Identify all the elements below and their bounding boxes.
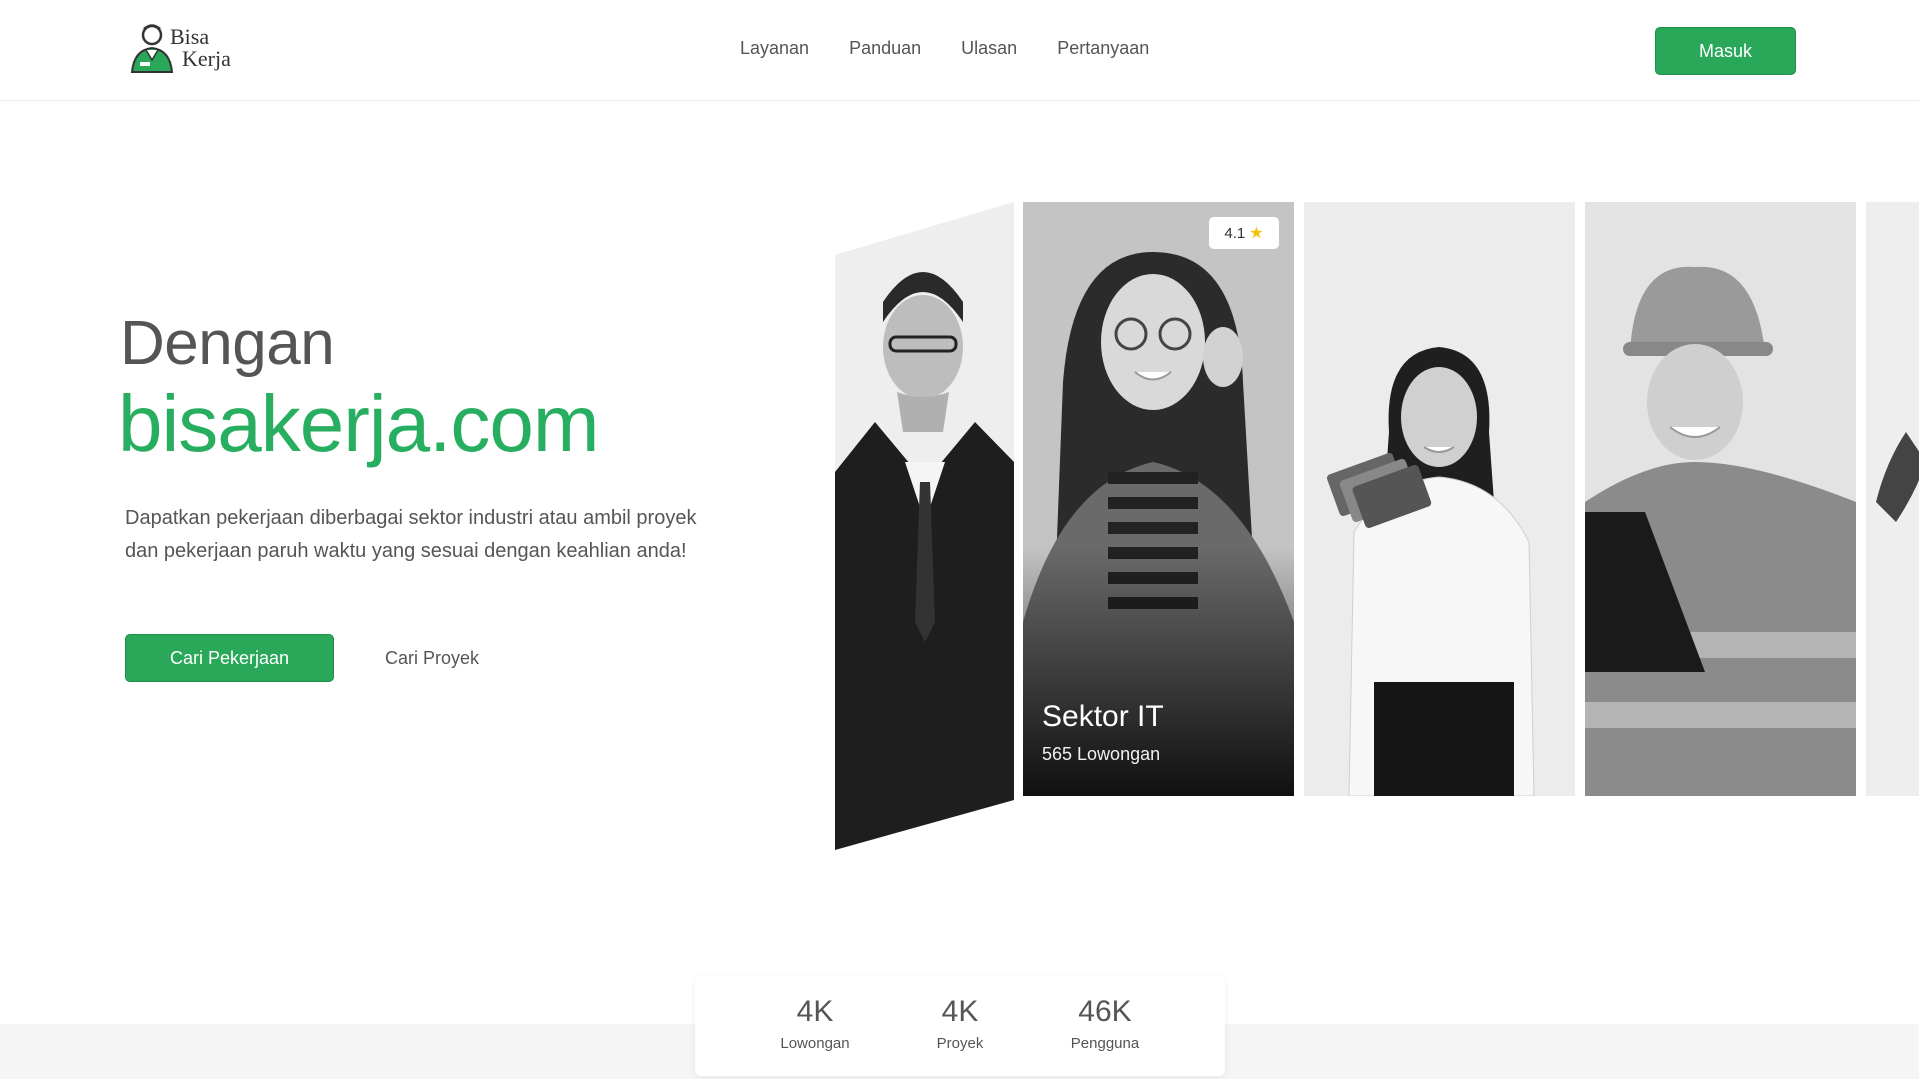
- brand-name: Bisa Kerja: [170, 26, 231, 70]
- stat-value: 4K: [941, 995, 979, 1028]
- nav-item-ulasan[interactable]: Ulasan: [961, 38, 1017, 59]
- stat-label: Lowongan: [780, 1035, 850, 1052]
- stat-proyek: 4K Proyek: [900, 995, 1020, 1052]
- card-subtitle: 565 Lowongan: [1042, 744, 1161, 764]
- stat-value: 4K: [796, 995, 834, 1028]
- stats-panel: 4K Lowongan 4K Proyek 46K Pengguna: [695, 975, 1225, 1076]
- hero-description: Dapatkan pekerjaan diberbagai sektor ind…: [125, 507, 697, 562]
- hero-title: bisakerja.com: [118, 379, 600, 468]
- logo-person-icon: [130, 20, 176, 76]
- main-nav: Layanan Panduan Ulasan Pertanyaan: [740, 38, 1149, 59]
- sector-card-it[interactable]: 4.1 ★ Sektor IT 565 Lowongan: [1023, 202, 1294, 796]
- rating-badge: 4.1 ★: [1209, 217, 1279, 249]
- stat-label: Proyek: [936, 1035, 984, 1052]
- businessman-photo: [835, 202, 1014, 850]
- nav-item-layanan[interactable]: Layanan: [740, 38, 809, 59]
- sector-card-business[interactable]: [835, 202, 1014, 850]
- stat-lowongan: 4K Lowongan: [755, 995, 875, 1052]
- stat-pengguna: 46K Pengguna: [1045, 995, 1165, 1052]
- search-jobs-button[interactable]: Cari Pekerjaan: [125, 634, 334, 682]
- woman-cards-photo: [1304, 202, 1575, 796]
- nav-item-panduan[interactable]: Panduan: [849, 38, 921, 59]
- partial-photo: [1866, 202, 1919, 796]
- star-icon: ★: [1249, 225, 1264, 242]
- card-title: Sektor IT: [1042, 700, 1164, 733]
- sector-card-construction[interactable]: [1585, 202, 1856, 796]
- stat-label: Pengguna: [1070, 1035, 1140, 1052]
- site-header: Bisa Kerja Layanan Panduan Ulasan Pertan…: [0, 0, 1919, 101]
- brand-logo[interactable]: Bisa Kerja: [130, 18, 240, 78]
- sector-card-partial[interactable]: [1866, 202, 1919, 796]
- search-projects-link[interactable]: Cari Proyek: [385, 648, 479, 669]
- login-button[interactable]: Masuk: [1655, 27, 1796, 75]
- construction-worker-photo: [1585, 202, 1856, 796]
- nav-item-pertanyaan[interactable]: Pertanyaan: [1057, 38, 1149, 59]
- hero-pre-title: Dengan: [120, 309, 335, 378]
- stat-value: 46K: [1078, 995, 1132, 1028]
- brand-line2: Kerja: [182, 46, 231, 71]
- rating-value: 4.1: [1224, 224, 1246, 242]
- sector-card-finance[interactable]: [1304, 202, 1575, 796]
- brand-line1: Bisa: [170, 24, 210, 49]
